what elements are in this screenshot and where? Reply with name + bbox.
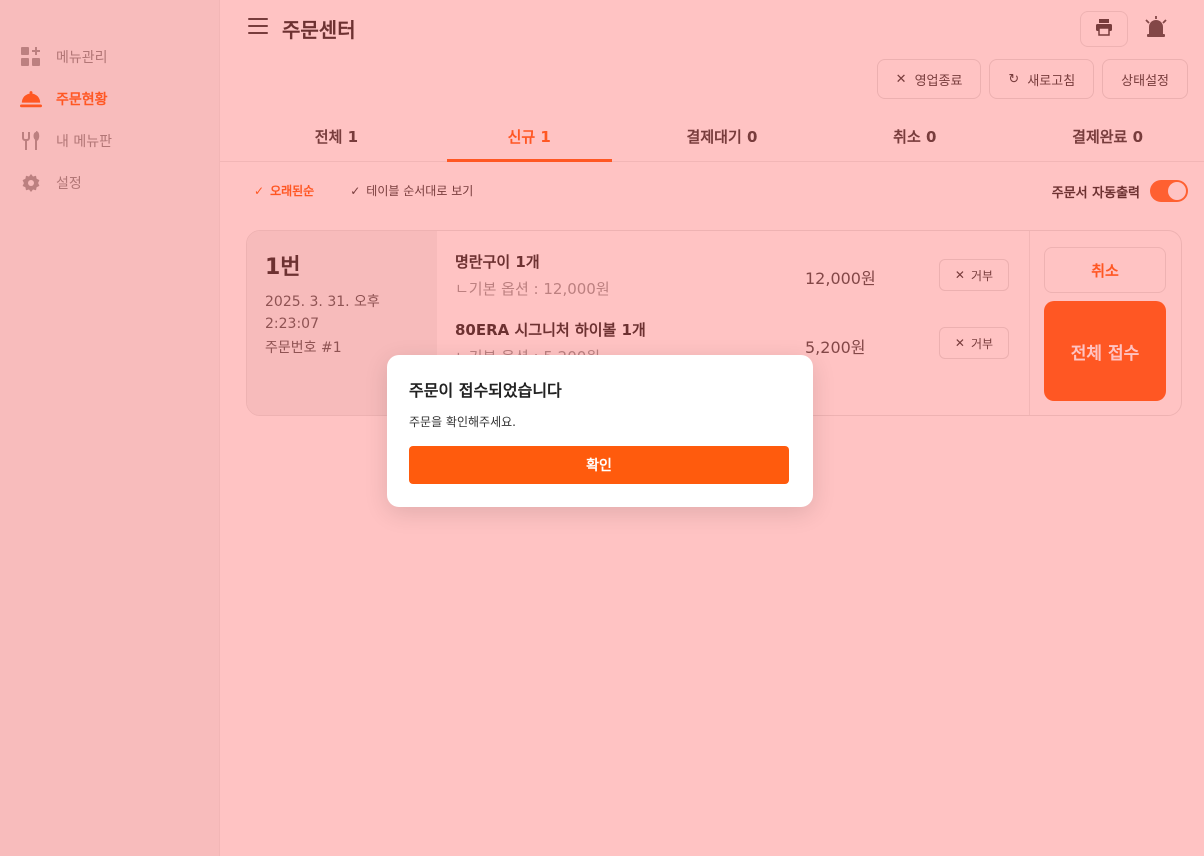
dialog-title: 주문이 접수되었습니다 <box>409 381 562 400</box>
dialog-message: 주문을 확인해주세요. <box>409 415 516 429</box>
order-accepted-dialog: 주문이 접수되었습니다 주문을 확인해주세요. 확인 <box>387 355 813 507</box>
confirm-button[interactable]: 확인 <box>409 446 789 484</box>
